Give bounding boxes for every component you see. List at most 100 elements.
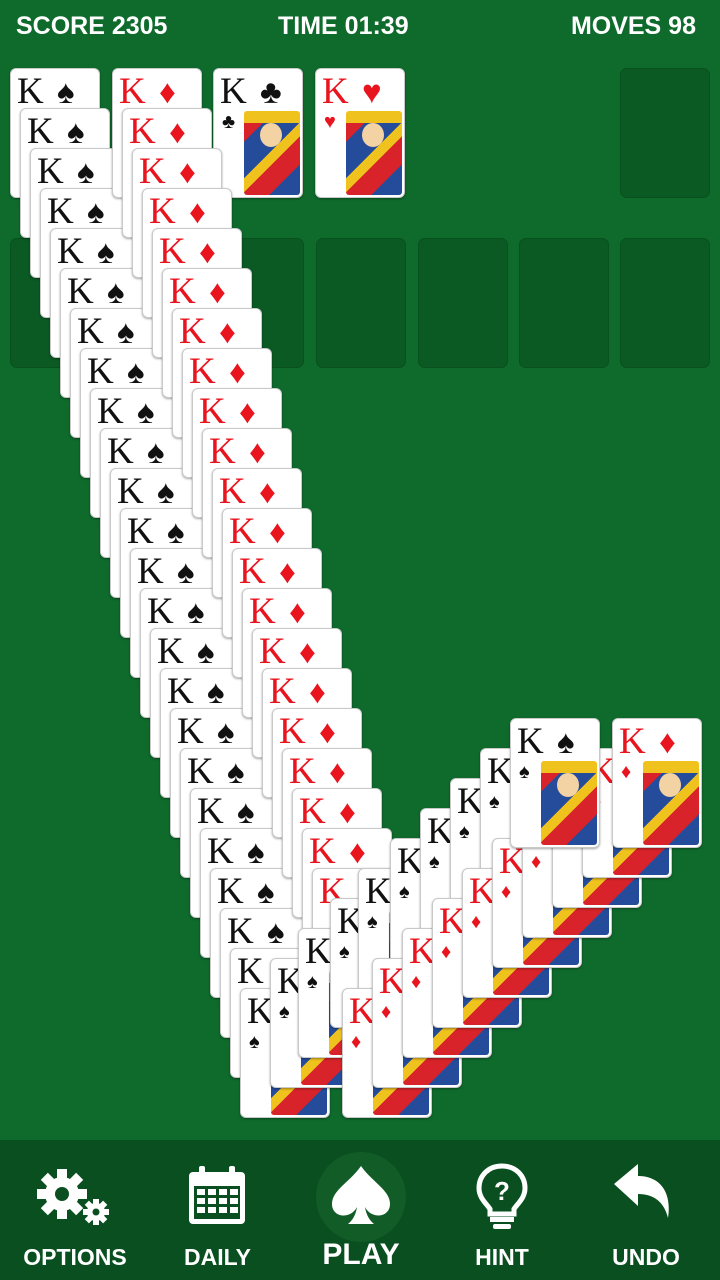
card-rank: K: [179, 311, 206, 352]
spade-small-icon: ♠: [249, 1031, 260, 1053]
spade-small-icon: ♠: [519, 761, 530, 783]
diamond-small-icon: ♦: [501, 881, 512, 903]
card-rank: K: [289, 751, 316, 792]
undo-label: UNDO: [612, 1244, 680, 1270]
spade-icon: ♠: [127, 353, 145, 390]
tableau-slot-6[interactable]: [519, 238, 609, 368]
undo-button[interactable]: UNDO: [572, 1140, 720, 1280]
tableau-slot-5[interactable]: [418, 238, 508, 368]
card-rank: K: [197, 791, 224, 832]
diamond-icon: ♦: [259, 473, 276, 510]
king-face-art: [346, 111, 402, 195]
options-button[interactable]: OPTIONS: [0, 1140, 150, 1280]
spade-icon: ♠: [197, 633, 215, 670]
spade-icon: ♠: [267, 913, 285, 950]
king-face-art: [244, 111, 300, 195]
daily-label: DAILY: [184, 1244, 251, 1270]
bottom-toolbar: OPTIONS DAILY PLAY ? HINT UNDO: [0, 1140, 720, 1280]
hint-button[interactable]: ? HINT: [432, 1140, 572, 1280]
card-rank: K: [322, 71, 349, 112]
spade-icon: ♠: [257, 873, 275, 910]
card-rank: K: [87, 351, 114, 392]
card-rank: K: [309, 831, 336, 872]
cascade-card-diamond-top[interactable]: K ♦ ♦: [612, 718, 702, 848]
daily-button[interactable]: DAILY: [145, 1140, 290, 1280]
card-rank: K: [299, 791, 326, 832]
diamond-icon: ♦: [279, 553, 296, 590]
card-rank: K: [217, 871, 244, 912]
card-rank: K: [249, 591, 276, 632]
diamond-icon: ♦: [309, 673, 326, 710]
spade-icon: ♠: [77, 153, 95, 190]
diamond-icon: ♦: [339, 793, 356, 830]
time-display: TIME 01:39: [278, 12, 409, 40]
diamond-icon: ♦: [329, 753, 346, 790]
spade-icon: ♠: [117, 313, 135, 350]
spade-small-icon: ♠: [307, 971, 318, 993]
spade-small-icon: ♠: [339, 941, 350, 963]
card-rank: K: [169, 271, 196, 312]
card-rank: K: [67, 271, 94, 312]
score-display: SCORE 2305: [16, 12, 168, 40]
spade-icon: ♠: [177, 553, 195, 590]
spade-icon: ♠: [67, 113, 85, 150]
card-rank: K: [127, 511, 154, 552]
card-rank: K: [129, 111, 156, 152]
card-rank: K: [159, 231, 186, 272]
card-rank: K: [237, 951, 264, 992]
spade-icon: ♠: [207, 673, 225, 710]
stock-slot[interactable]: [620, 68, 710, 198]
king-face-art: [643, 761, 699, 845]
diamond-icon: ♦: [659, 723, 676, 760]
spade-icon: ♠: [107, 273, 125, 310]
calendar-icon: [189, 1166, 245, 1224]
card-rank: K: [47, 191, 74, 232]
heart-icon: ♥: [362, 73, 382, 110]
card-rank: K: [107, 431, 134, 472]
card-rank: K: [187, 751, 214, 792]
spade-icon: ♠: [187, 593, 205, 630]
card-rank: K: [77, 311, 104, 352]
diamond-icon: ♦: [209, 273, 226, 310]
card-rank: K: [27, 111, 54, 152]
heart-small-icon: ♥: [324, 111, 336, 133]
spade-small-icon: ♠: [459, 821, 470, 843]
cascade-card-spade-top[interactable]: K ♠ ♠: [510, 718, 600, 848]
spade-icon: ♠: [237, 793, 255, 830]
spade-small-icon: ♠: [399, 881, 410, 903]
moves-display: MOVES 98: [570, 12, 696, 40]
card-rank: K: [117, 471, 144, 512]
foundation-card-hearts[interactable]: K ♥ ♥: [315, 68, 405, 198]
card-rank: K: [17, 71, 44, 112]
tableau-slot-7[interactable]: [620, 238, 710, 368]
gear-icon: [37, 1169, 109, 1225]
card-rank: K: [199, 391, 226, 432]
card-rank: K: [229, 511, 256, 552]
card-rank: K: [219, 471, 246, 512]
card-rank: K: [119, 71, 146, 112]
spade-small-icon: ♠: [367, 911, 378, 933]
foundation-card-clubs[interactable]: K ♣ ♣: [213, 68, 303, 198]
tableau-slot-4[interactable]: [316, 238, 406, 368]
diamond-icon: ♦: [179, 153, 196, 190]
diamond-icon: ♦: [189, 193, 206, 230]
play-button[interactable]: PLAY: [290, 1140, 432, 1280]
spade-icon: ♠: [217, 713, 235, 750]
diamond-small-icon: ♦: [411, 971, 422, 993]
spade-icon: ♠: [147, 433, 165, 470]
card-rank: K: [619, 721, 646, 762]
diamond-icon: ♦: [229, 353, 246, 390]
king-face-art: [541, 761, 597, 845]
diamond-icon: ♦: [219, 313, 236, 350]
card-rank: K: [137, 551, 164, 592]
diamond-icon: ♦: [199, 233, 216, 270]
card-rank: K: [269, 671, 296, 712]
diamond-icon: ♦: [169, 113, 186, 150]
diamond-icon: ♦: [299, 633, 316, 670]
spade-icon: ♠: [87, 193, 105, 230]
diamond-small-icon: ♦: [441, 941, 452, 963]
card-rank: K: [239, 551, 266, 592]
diamond-small-icon: ♦: [621, 761, 632, 783]
card-rank: K: [517, 721, 544, 762]
diamond-icon: ♦: [349, 833, 366, 870]
